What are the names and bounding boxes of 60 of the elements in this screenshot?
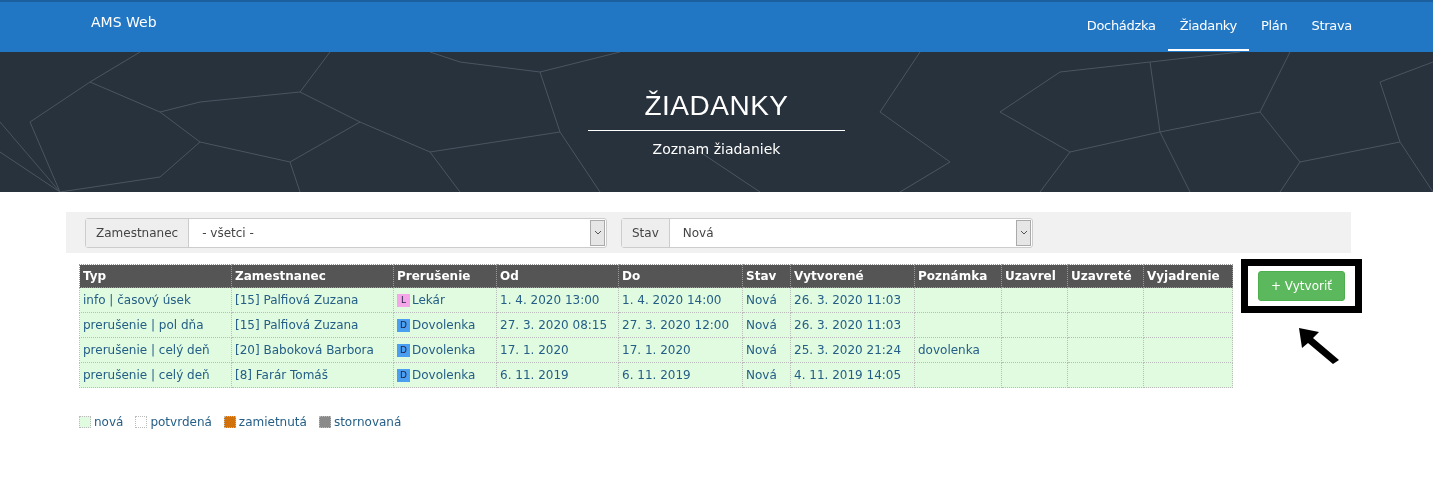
brand-name[interactable]: AMS Web [91, 14, 157, 30]
page-title: ŽIADANKY [588, 90, 845, 131]
column-header: Zamestnanec [231, 264, 394, 288]
column-header: Prerušenie [393, 264, 497, 288]
filter-label: Stav [622, 218, 670, 247]
table-cell: prerušenie | celý deň [79, 362, 232, 388]
column-header: Typ [79, 264, 232, 288]
column-header: Stav [742, 264, 791, 288]
table-cell: 17. 1. 2020 [618, 337, 743, 363]
table-cell: 27. 3. 2020 12:00 [618, 312, 743, 338]
table-cell: prerušenie | pol dňa [79, 312, 232, 338]
table-cell: 26. 3. 2020 11:03 [790, 287, 915, 313]
table-cell: 4. 11. 2019 14:05 [790, 362, 915, 388]
filter-value: - všetci - [201, 225, 255, 240]
table-cell: D Dovolenka [393, 337, 497, 363]
table-cell: 1. 4. 2020 14:00 [618, 287, 743, 313]
column-header: Od [496, 264, 619, 288]
filter-label: Zamestnanec [86, 218, 190, 247]
legend-label: potvrdená [150, 415, 212, 429]
table-cell: D Dovolenka [393, 362, 497, 388]
type-badge: D [397, 344, 410, 357]
create-button[interactable]: + Vytvoriť [1258, 271, 1345, 301]
filter-select[interactable]: Stav Nová [621, 217, 1033, 248]
page-subtitle: Zoznam žiadaniek [652, 141, 781, 157]
table-cell: 25. 3. 2020 21:24 [790, 337, 915, 363]
table-cell: 1. 4. 2020 13:00 [496, 287, 619, 313]
column-header: Do [618, 264, 743, 288]
dropdown-caret-icon [590, 219, 605, 246]
column-header: Vytvorené [790, 264, 915, 288]
table-cell: prerušenie | celý deň [79, 337, 232, 363]
table-cell: [20] Baboková Barbora [231, 337, 394, 363]
table-cell: 6. 11. 2019 [496, 362, 619, 388]
table-cell: D Dovolenka [393, 312, 497, 338]
table-cell: 6. 11. 2019 [618, 362, 743, 388]
table-cell: [15] Palfiová Zuzana [231, 287, 394, 313]
dropdown-caret-icon [1016, 219, 1031, 246]
nav-link[interactable]: Strava [1299, 2, 1364, 51]
column-header: Uzavrel [1001, 264, 1068, 288]
column-header: Poznámka [914, 264, 1002, 288]
table-cell: 27. 3. 2020 08:15 [496, 312, 619, 338]
pointer-arrow-icon [1297, 326, 1341, 366]
legend-label: zamietnutá [238, 415, 307, 429]
table-cell: dovolenka [914, 337, 1002, 363]
column-header: Uzavreté [1067, 264, 1144, 288]
filter-value: Nová [681, 225, 715, 240]
legend-label: nová [94, 415, 124, 429]
table-cell: info | časový úsek [79, 287, 232, 313]
nav-link[interactable]: Dochádzka [1074, 2, 1168, 51]
column-header: Vyjadrenie [1143, 264, 1233, 288]
table-cell: [15] Palfiová Zuzana [231, 312, 394, 338]
table-cell: [8] Farár Tomáš [231, 362, 394, 388]
legend-label: stornovaná [333, 415, 402, 429]
type-badge: L [397, 294, 410, 307]
type-badge: D [397, 369, 410, 382]
nav-link[interactable]: Plán [1249, 2, 1300, 51]
table-cell: 17. 1. 2020 [496, 337, 619, 363]
table-cell: 26. 3. 2020 11:03 [790, 312, 915, 338]
filter-select[interactable]: Zamestnanec - všetci - [85, 217, 607, 248]
table-cell: L Lekár [393, 287, 497, 313]
type-badge: D [397, 319, 410, 332]
